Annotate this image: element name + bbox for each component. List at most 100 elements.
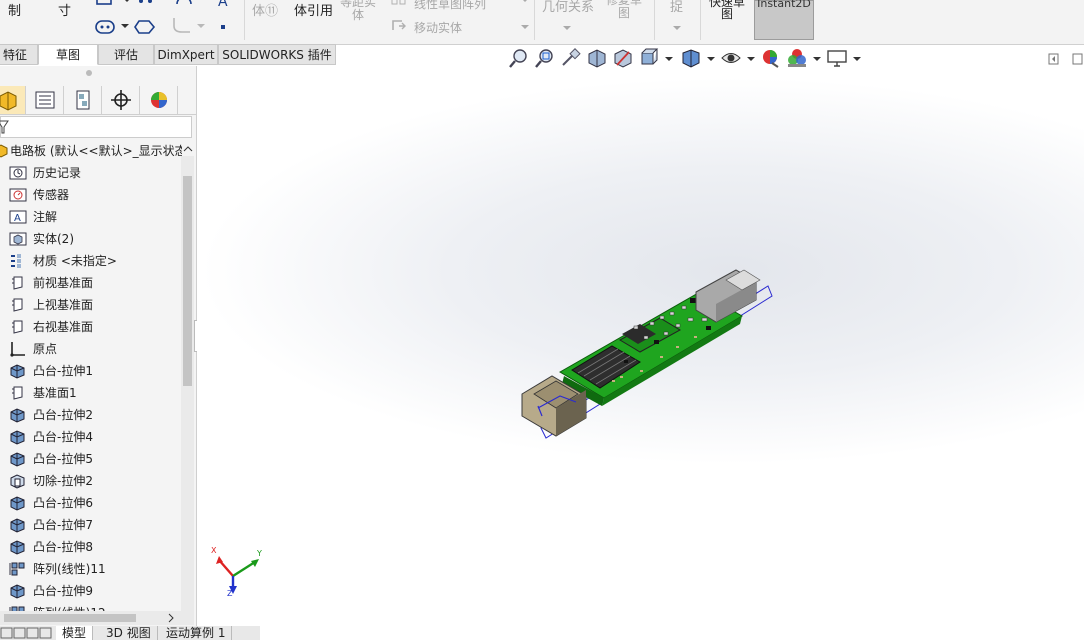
extrude-icon	[10, 408, 25, 423]
dropdown-arrow-icon[interactable]	[562, 24, 572, 34]
pcb-model[interactable]	[521, 269, 773, 439]
fillet-icon[interactable]	[170, 16, 206, 38]
scroll-right-icon[interactable]	[166, 612, 176, 624]
scroll-up-icon[interactable]	[182, 144, 194, 154]
propertymanager-tab[interactable]	[26, 86, 64, 114]
tree-item-label: 凸台-拉伸4	[33, 430, 93, 444]
ribbon-item-quick-snaps[interactable]: 捉	[670, 0, 683, 15]
dropdown-arrow-icon[interactable]	[120, 22, 130, 32]
arc-icon[interactable]	[174, 0, 196, 10]
extrude-icon	[10, 496, 25, 511]
tree-item-label: 前视基准面	[33, 276, 94, 290]
ribbon-item-offset-entities[interactable]: 等距实 体	[340, 0, 376, 22]
cut-extrude-icon	[10, 474, 25, 489]
display-style-icon[interactable]	[680, 47, 702, 69]
model-view-tabs: 模型 3D 视图 运动算例 1	[0, 626, 260, 640]
dropdown-arrow-icon[interactable]	[120, 0, 134, 10]
extrude-icon	[10, 584, 25, 599]
dropdown-arrow-icon[interactable]	[746, 47, 756, 69]
tab-model[interactable]: 模型	[56, 626, 94, 640]
propertymanager-icon	[35, 91, 55, 109]
tree-item-label: 凸台-拉伸5	[33, 452, 93, 466]
maximize-window-icon[interactable]	[1072, 52, 1084, 66]
tree-item-label: 实体(2)	[33, 232, 74, 246]
edit-appearance-icon[interactable]	[760, 47, 782, 69]
annotation-icon: A	[9, 210, 27, 224]
tab-features[interactable]: 特征	[0, 44, 38, 65]
tree-item-label: 右视基准面	[33, 320, 94, 334]
ribbon-item-draw[interactable]: 制	[8, 0, 21, 19]
tab-scroll-buttons[interactable]	[0, 627, 54, 639]
point-icon[interactable]	[216, 20, 230, 34]
hide-show-items-icon[interactable]	[720, 47, 742, 69]
solid-bodies-icon	[9, 232, 27, 246]
ribbon-item-entity-reference[interactable]: 体引用	[294, 0, 333, 19]
zoom-to-area-icon[interactable]	[534, 47, 556, 69]
tab-sketch[interactable]: 草图	[38, 44, 98, 65]
dimxpert-icon	[111, 90, 131, 110]
tree-item-label: 切除-拉伸2	[33, 474, 93, 488]
vertical-scroll-thumb[interactable]	[183, 176, 192, 386]
section-view-icon[interactable]	[586, 47, 608, 69]
configurationmanager-tab[interactable]	[64, 86, 102, 114]
tab-solidworks-addins[interactable]: SOLIDWORKS 插件	[218, 44, 336, 65]
ribbon-item-linear-sketch-pattern[interactable]: 线性草图阵列	[414, 0, 486, 12]
ribbon-item-relations[interactable]: 几何关系	[542, 0, 594, 15]
horizontal-scroll-thumb[interactable]	[4, 614, 136, 622]
dropdown-arrow-icon[interactable]	[852, 47, 862, 69]
ribbon-item-dimension[interactable]: 寸	[58, 0, 71, 19]
extrude-icon	[10, 430, 25, 445]
dropdown-arrow-icon[interactable]	[664, 47, 674, 69]
tab-dimxpert[interactable]: DimXpert	[154, 44, 218, 65]
tab-3d-views[interactable]: 3D 视图	[100, 626, 158, 640]
panel-manager-tabs	[0, 86, 196, 115]
dimxpert-tab[interactable]	[102, 86, 140, 114]
ribbon-separator	[534, 0, 535, 40]
command-manager-ribbon: 制 寸 A 体⑪ 体引用 等距实 体 线性草图阵列 移动实体 几何关系 修复草 …	[0, 0, 1084, 45]
tab-evaluate[interactable]: 评估	[98, 44, 154, 65]
dynamic-annotation-icon[interactable]	[612, 47, 634, 69]
zoom-to-fit-icon[interactable]	[508, 47, 530, 69]
featuremanager-tab[interactable]	[0, 86, 26, 114]
ribbon-separator	[244, 0, 245, 40]
linear-pattern-sketch-icon[interactable]	[390, 0, 410, 11]
rapid-sketch-button[interactable]: 快速草 图	[704, 0, 750, 40]
ribbon-item-move-entities[interactable]: 移动实体	[414, 19, 462, 36]
plane-icon	[12, 386, 23, 400]
instant2d-button[interactable]: Instant2D	[754, 0, 814, 40]
configurationmanager-icon	[76, 90, 90, 110]
dropdown-arrow-icon[interactable]	[520, 23, 530, 33]
hexagon-icon[interactable]	[134, 18, 156, 36]
dropdown-arrow-icon[interactable]	[706, 47, 716, 69]
previous-view-icon[interactable]	[560, 47, 582, 69]
text-icon[interactable]: A	[216, 0, 238, 10]
dropdown-arrow-icon[interactable]	[672, 24, 682, 34]
slot-icon[interactable]	[136, 0, 158, 10]
feature-tree: 电路板 (默认<<默认>_显示状态 历史记录 传感器 A 注解 实体(2) 材质 <未指定…	[0, 140, 182, 616]
graphics-area[interactable]: X Y Z	[197, 72, 1084, 640]
display-manager-tab[interactable]	[140, 86, 178, 114]
view-orientation-icon[interactable]	[638, 47, 660, 69]
rectangle-icon[interactable]	[94, 0, 116, 10]
polygon-icon[interactable]	[94, 18, 118, 36]
move-entities-icon[interactable]	[390, 18, 410, 34]
tree-item-label: 凸台-拉伸7	[33, 518, 93, 532]
panel-resize-grip[interactable]	[86, 70, 92, 76]
model-view[interactable]	[197, 72, 1084, 640]
ribbon-item-convert-entities[interactable]: 体⑪	[252, 0, 278, 19]
tree-item-label: 原点	[33, 342, 58, 356]
ribbon-item-repair-sketch[interactable]: 修复草 图	[606, 0, 642, 20]
view-settings-icon[interactable]	[826, 47, 848, 69]
featuremanager-icon	[0, 91, 17, 111]
tree-horizontal-scrollbar[interactable]	[0, 611, 194, 625]
tree-vertical-scrollbar[interactable]	[181, 156, 194, 611]
tab-motion-study[interactable]: 运动算例 1	[160, 626, 233, 640]
restore-window-icon[interactable]	[1048, 52, 1060, 66]
tree-filter-field[interactable]	[0, 116, 192, 138]
origin-icon	[10, 342, 25, 357]
extrude-icon	[10, 518, 25, 533]
dropdown-arrow-icon[interactable]	[520, 0, 530, 6]
dropdown-arrow-icon[interactable]	[812, 47, 822, 69]
apply-scene-icon[interactable]	[786, 47, 808, 69]
extrude-icon	[10, 540, 25, 555]
